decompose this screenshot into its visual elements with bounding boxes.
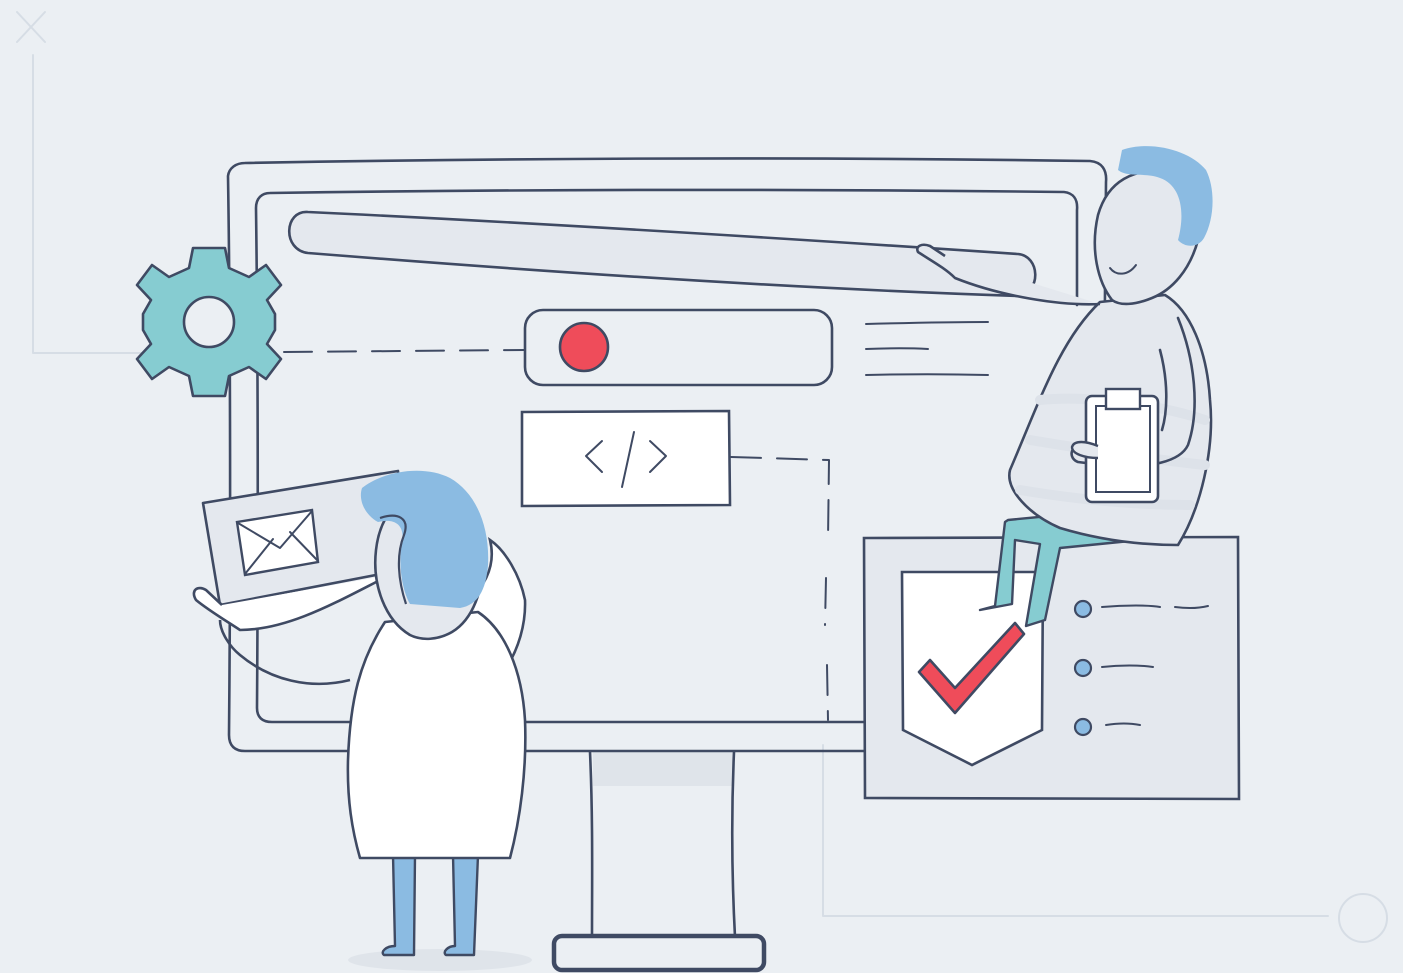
circle-icon (1338, 893, 1388, 943)
shield-check-icon (900, 570, 1045, 767)
code-box (520, 409, 732, 508)
monitor-base (551, 933, 767, 973)
text-lines (865, 321, 989, 376)
person-with-card (192, 469, 532, 971)
decor-frame-top-left (32, 54, 151, 354)
gear-icon (135, 246, 283, 398)
record-dot-icon (558, 321, 610, 373)
close-icon (16, 11, 46, 43)
record-panel (523, 308, 834, 387)
illustration-canvas (16, 11, 1388, 973)
envelope-icon (235, 508, 320, 577)
